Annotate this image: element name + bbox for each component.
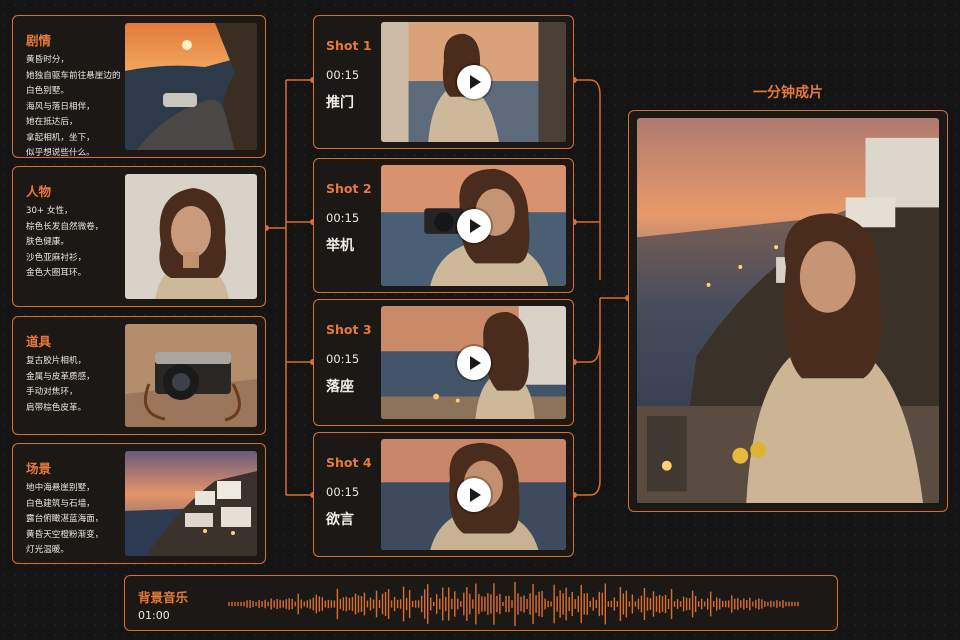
final-cut-video[interactable] — [637, 118, 939, 504]
info-line: 灯光温暖。 — [26, 545, 69, 555]
play-icon[interactable] — [456, 208, 491, 243]
info-card-title: 人物 — [26, 184, 52, 199]
info-card-plot: 剧情 黄昏时分， 她独自驱车前往悬崖边的 白色别墅。 海风与落日相伴， 她在抵达… — [12, 15, 266, 158]
shot-duration: 00:15 — [326, 352, 360, 366]
info-line: 海风与落日相伴， — [26, 101, 95, 112]
info-line: 似乎想说些什么。 — [26, 148, 95, 158]
background-music-track[interactable]: 背景音乐 01:00 — [124, 575, 838, 631]
info-line: 白色别墅。 — [26, 86, 69, 96]
shot-duration: 00:15 — [326, 211, 360, 225]
shot-card-4[interactable]: Shot 4 00:15 欲言 — [313, 432, 574, 557]
info-line: 沙色亚麻衬衫， — [26, 252, 87, 263]
shot-title: Shot 1 — [326, 38, 372, 53]
shot-name: 落座 — [326, 379, 354, 395]
play-icon[interactable] — [456, 65, 491, 99]
shot-duration: 00:15 — [326, 485, 360, 499]
info-line: 地中海悬崖别墅， — [26, 483, 95, 493]
info-line: 金色大圈耳环。 — [26, 268, 87, 278]
shot-4-thumbnail[interactable] — [381, 439, 566, 550]
info-card-scene: 场景 地中海悬崖别墅， 白色建筑与石墙， 露台俯瞰湛蓝海面， 黄昏天空橙粉渐变，… — [12, 443, 266, 564]
info-card-character: 人物 30+ 女性， 棕色长发自然微卷， 肤色健康。 沙色亚麻衬衫， 金色大圈耳… — [12, 166, 266, 307]
info-line: 30+ 女性， — [26, 206, 73, 216]
info-card-title: 道具 — [26, 334, 52, 349]
info-line: 白色建筑与石墙， — [26, 498, 95, 509]
info-card-text: 地中海悬崖别墅， 白色建筑与石墙， 露台俯瞰湛蓝海面， 黄昏天空橙粉渐变， 灯光… — [26, 481, 134, 559]
shot-title: Shot 4 — [326, 455, 372, 470]
shot-3-thumbnail[interactable] — [381, 306, 566, 419]
info-line: 棕色长发自然微卷， — [26, 221, 104, 232]
scene-thumbnail — [125, 451, 257, 556]
info-line: 露台俯瞰湛蓝海面， — [26, 514, 104, 524]
character-thumbnail — [125, 174, 257, 299]
info-card-title: 场景 — [26, 461, 52, 476]
shot-card-2[interactable]: Shot 2 00:15 举机 — [313, 158, 574, 293]
info-line: 她独自驱车前往悬崖边的 — [26, 70, 121, 81]
shot-title: Shot 3 — [326, 322, 372, 337]
info-line: 肩带棕色皮革。 — [26, 402, 87, 413]
shot-duration: 00:15 — [326, 68, 360, 82]
play-icon[interactable] — [456, 477, 491, 512]
audio-waveform[interactable] — [225, 582, 805, 626]
info-line: 肤色健康。 — [26, 237, 69, 247]
final-cut-label: 一分钟成片 — [753, 85, 823, 101]
info-line: 复古胶片相机， — [26, 356, 87, 366]
info-card-props: 道具 复古胶片相机， 金属与皮革质感， 手动对焦环， 肩带棕色皮革。 — [12, 316, 266, 435]
shot-1-thumbnail[interactable] — [381, 22, 566, 142]
play-icon[interactable] — [456, 345, 491, 380]
shot-name: 举机 — [326, 238, 354, 254]
music-duration: 01:00 — [138, 609, 170, 622]
info-card-text: 复古胶片相机， 金属与皮革质感， 手动对焦环， 肩带棕色皮革。 — [26, 354, 134, 416]
plot-thumbnail — [125, 23, 257, 150]
info-card-text: 30+ 女性， 棕色长发自然微卷， 肤色健康。 沙色亚麻衬衫， 金色大圈耳环。 — [26, 204, 134, 282]
shot-card-3[interactable]: Shot 3 00:15 落座 — [313, 299, 574, 426]
info-card-text: 黄昏时分， 她独自驱车前往悬崖边的 白色别墅。 海风与落日相伴， 她在抵达后， … — [26, 53, 134, 162]
info-card-title: 剧情 — [26, 33, 52, 48]
music-title: 背景音乐 — [138, 590, 189, 605]
shot-title: Shot 2 — [326, 181, 372, 196]
props-thumbnail — [125, 324, 257, 427]
info-line: 金属与皮革质感， — [26, 371, 95, 382]
shot-name: 推门 — [326, 95, 354, 111]
info-line: 拿起相机，坐下， — [26, 132, 95, 143]
info-line: 黄昏天空橙粉渐变， — [26, 529, 104, 540]
info-line: 黄昏时分， — [26, 55, 69, 65]
shot-card-1[interactable]: Shot 1 00:15 推门 — [313, 15, 574, 149]
info-line: 手动对焦环， — [26, 387, 78, 397]
info-line: 她在抵达后， — [26, 117, 78, 127]
final-cut-card[interactable] — [628, 110, 948, 512]
shot-2-thumbnail[interactable] — [381, 165, 566, 286]
shot-name: 欲言 — [326, 512, 354, 528]
